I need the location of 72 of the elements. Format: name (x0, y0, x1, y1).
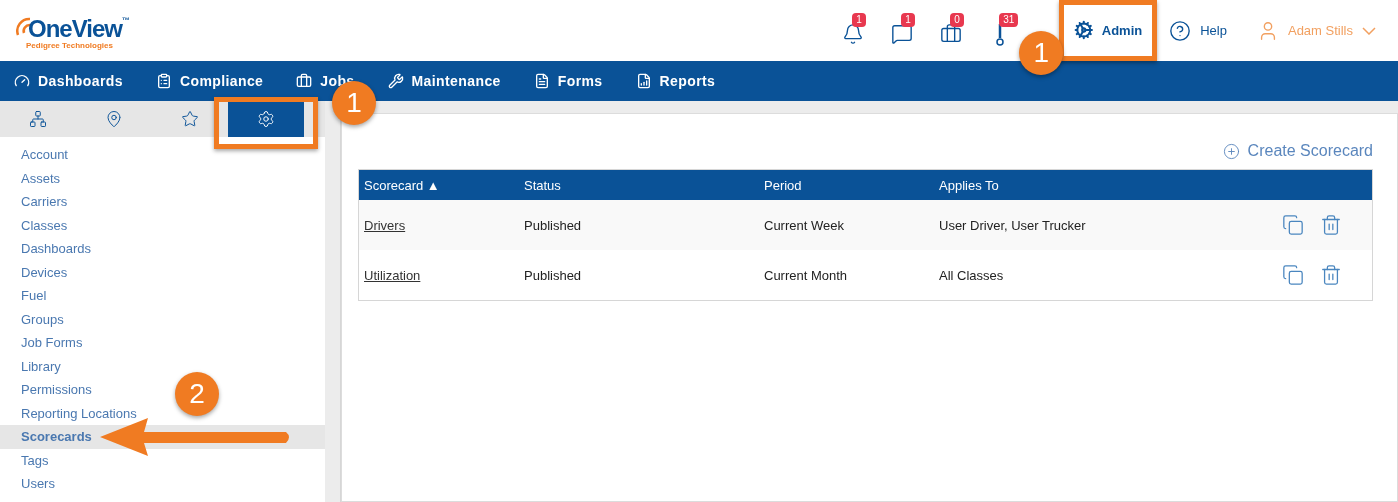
chevron-down-icon (1362, 26, 1376, 35)
sidebar-item[interactable]: Groups (0, 307, 72, 331)
pin-icon (105, 110, 123, 128)
table-cell-text: Published (524, 267, 583, 283)
briefcase-alert-button[interactable]: 0 (931, 12, 972, 49)
sidebar-item[interactable]: Carriers (0, 190, 76, 214)
nav-item[interactable]: Dashboards (14, 73, 123, 89)
sidebar-item[interactable]: Fuel (0, 284, 55, 308)
briefcase-icon (296, 73, 313, 89)
gauge-icon (14, 73, 30, 89)
copy-button[interactable] (1282, 264, 1304, 286)
star-icon (181, 110, 199, 128)
delete-button[interactable] (1320, 214, 1342, 236)
briefcase-icon (940, 22, 963, 45)
chat-alert-button[interactable]: 1 (882, 12, 923, 49)
column-header: Period (764, 177, 803, 193)
delete-button[interactable] (1320, 264, 1342, 286)
bell-icon (842, 22, 865, 45)
count-badge: 31 (999, 12, 1019, 27)
gears-icon (1074, 18, 1094, 42)
column-header: Applies To (939, 177, 1000, 193)
trash-icon (1320, 264, 1342, 286)
count-badge: 0 (950, 12, 964, 27)
sidebar-tab[interactable] (228, 101, 304, 137)
help-icon (1169, 19, 1192, 42)
count-badge: 1 (901, 12, 915, 27)
copy-icon (1282, 214, 1304, 236)
trash-icon (1320, 214, 1342, 236)
scorecard-link[interactable]: Drivers (364, 217, 406, 233)
sidebar-item[interactable]: Classes (0, 213, 76, 237)
table-cell-text: User Driver, User Trucker (939, 217, 1087, 233)
count-badge: 1 (852, 12, 866, 27)
step-number: 2 (175, 372, 219, 416)
report-icon (635, 73, 652, 89)
create-scorecard-button[interactable]: Create Scorecard (1222, 142, 1373, 169)
gears-icon (257, 110, 275, 128)
help-button[interactable]: Help (1163, 18, 1233, 43)
sidebar-item[interactable]: Library (0, 354, 69, 378)
table-cell-text: Current Month (764, 267, 849, 283)
sidebar-item[interactable]: Tags (0, 448, 57, 472)
bell-alert-button[interactable]: 1 (833, 12, 874, 49)
nav-item[interactable]: Compliance (155, 73, 264, 89)
exclamation-alert-button[interactable]: 31 (980, 12, 1021, 49)
copy-button[interactable] (1282, 214, 1304, 236)
logo-wordmark: OneView (28, 17, 122, 41)
chat-icon (891, 22, 914, 45)
sidebar-item[interactable]: Dashboards (0, 237, 100, 261)
form-icon (533, 73, 550, 89)
copy-icon (1282, 264, 1304, 286)
sidebar-item[interactable]: Reporting Locations (0, 401, 145, 425)
nav-item[interactable]: Maintenance (387, 73, 501, 89)
sidebar-item[interactable]: Devices (0, 260, 76, 284)
table-cell-text: Current Week (764, 217, 845, 233)
sidebar-item[interactable]: Job Forms (0, 331, 91, 355)
column-header[interactable]: Scorecard ▲ (364, 177, 524, 193)
admin-button[interactable]: Admin (1064, 5, 1153, 55)
sidebar-item[interactable]: Users (0, 472, 63, 496)
logo-tagline: Pedigree Technologies (26, 41, 114, 50)
plus-icon (1222, 142, 1240, 160)
sidebar-item[interactable]: Assets (0, 166, 68, 190)
nav-item[interactable]: Forms (533, 73, 603, 89)
trademark-mark: ™ (121, 17, 130, 25)
scorecard-link[interactable]: Utilization (364, 267, 421, 283)
sidebar-item[interactable]: Account (0, 143, 76, 167)
tree-icon (29, 110, 47, 128)
table-cell-text: All Classes (939, 267, 1005, 283)
wrench-icon (387, 73, 404, 89)
nav-item[interactable]: Reports (635, 73, 716, 89)
clipboard-icon (155, 73, 172, 89)
sidebar-item[interactable]: Permissions (0, 378, 100, 402)
table-cell-text: Published (524, 217, 583, 233)
column-header: Status (524, 177, 562, 193)
